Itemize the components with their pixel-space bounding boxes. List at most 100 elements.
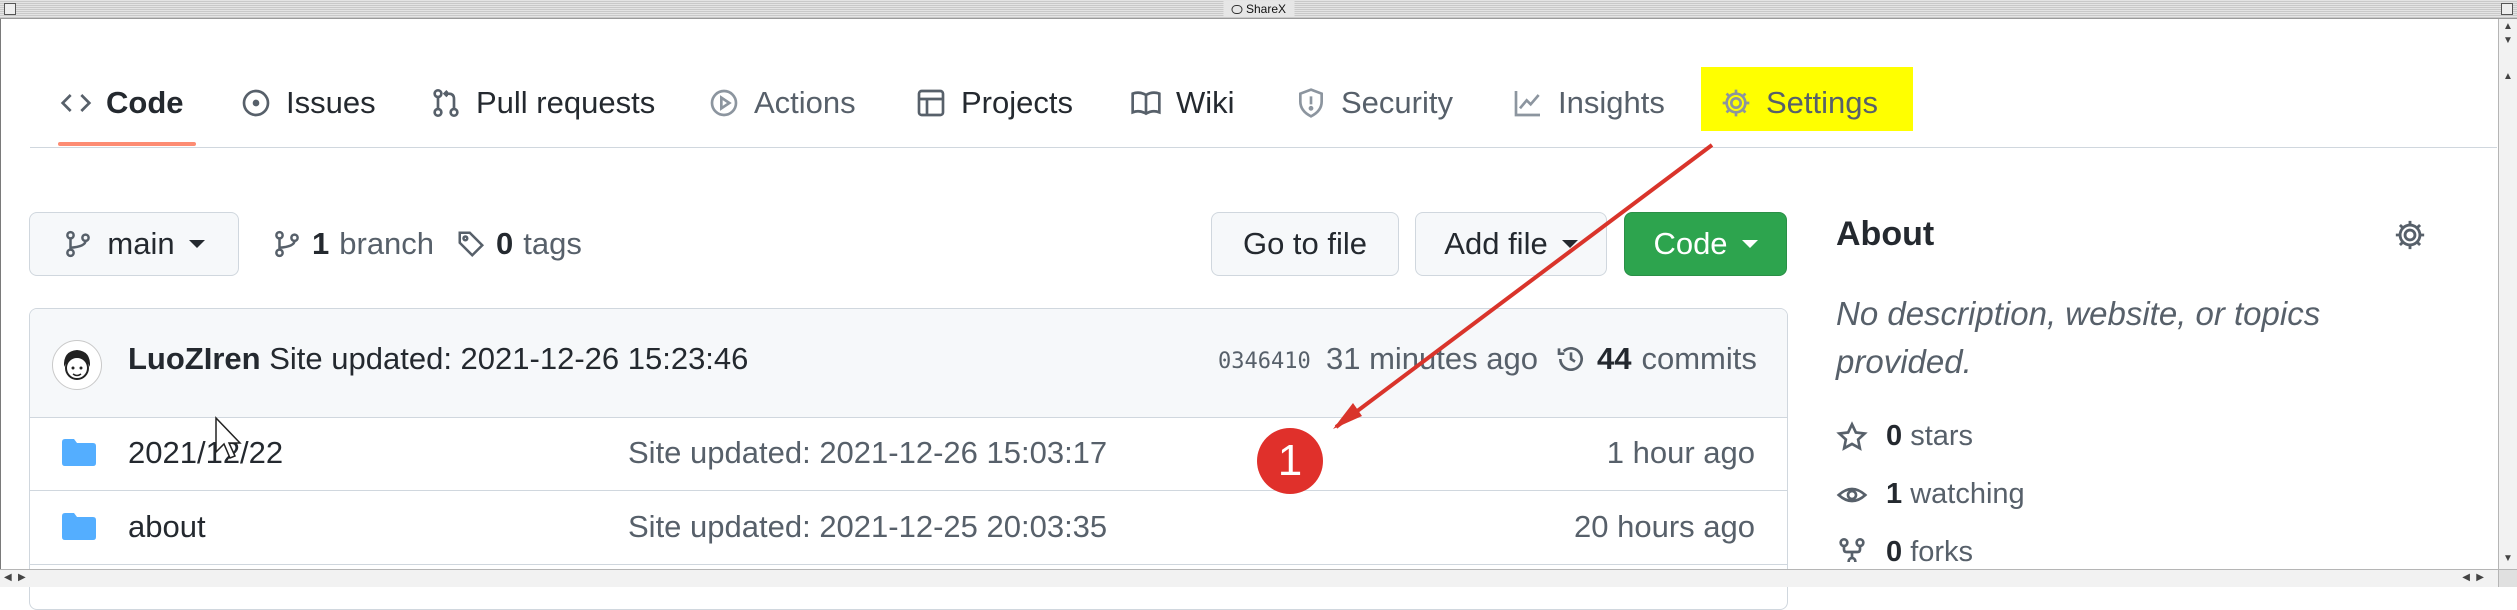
resize-grip-icon[interactable] — [2498, 569, 2517, 587]
tab-insights-label: Insights — [1558, 85, 1665, 120]
commit-author[interactable]: LuoZIren — [128, 341, 261, 376]
scroll-left-icon[interactable]: ◀ — [4, 572, 12, 584]
forks-count: 0 — [1886, 536, 1903, 562]
list-item[interactable]: about Site updated: 2021-12-25 20:03:35 … — [30, 491, 1787, 565]
file-age: 1 hour ago — [1606, 435, 1755, 470]
tag-label: tags — [523, 226, 582, 261]
chevron-down-icon — [188, 240, 205, 248]
lock-glyph-icon — [1230, 5, 1242, 15]
code-button-label: Code — [1653, 226, 1728, 261]
tab-projects[interactable]: Projects — [915, 60, 1073, 146]
issue-icon — [242, 89, 270, 117]
commit-sha[interactable]: 0346410 — [1218, 349, 1311, 374]
branch-icon — [66, 230, 91, 258]
tab-projects-label: Projects — [961, 85, 1073, 120]
tags-link[interactable]: 0 tags — [456, 212, 582, 276]
scroll-up-icon[interactable]: ▲ — [2503, 21, 2513, 33]
code-button[interactable]: Code — [1624, 212, 1787, 276]
file-name[interactable]: 2021/12/22 — [128, 435, 283, 471]
tag-icon — [458, 231, 485, 258]
vertical-scrollbar[interactable]: ▲ ▼ ▲ ▼ — [2498, 19, 2517, 569]
tab-code[interactable]: Code — [58, 60, 195, 146]
chevron-down-icon — [1561, 240, 1578, 248]
tab-code-label: Code — [106, 85, 184, 120]
tabs-divider — [30, 147, 2497, 148]
add-file-label: Add file — [1444, 226, 1548, 261]
graph-icon — [1514, 91, 1540, 117]
tab-issues-label: Issues — [286, 85, 376, 120]
scroll-right-icon[interactable]: ▶ — [18, 572, 26, 584]
forks-label: forks — [1910, 536, 1974, 562]
window-title-bar[interactable]: ShareX — [0, 0, 2517, 19]
watching-link[interactable]: 1 watching — [1836, 478, 2025, 511]
commit-time: 31 minutes ago — [1326, 341, 1538, 376]
tab-pull-requests-label: Pull requests — [476, 85, 656, 120]
tab-security-label: Security — [1341, 85, 1453, 120]
history-icon — [1557, 347, 1583, 371]
commits-link[interactable]: 44 commits — [1555, 341, 1757, 377]
commit-count: 44 — [1597, 341, 1632, 376]
branch-count: 1 — [312, 226, 330, 261]
annotation-marker: 1 — [1257, 428, 1323, 494]
gear-icon[interactable] — [2393, 218, 2427, 252]
window-title: ShareX — [1222, 1, 1295, 17]
folder-icon — [62, 439, 96, 466]
branch-select-button[interactable]: main — [29, 212, 239, 276]
commit-message[interactable]: Site updated: 2021-12-26 15:23:46 — [269, 341, 748, 376]
branches-link[interactable]: 1 branch — [272, 212, 434, 276]
tab-actions[interactable]: Actions — [708, 60, 856, 146]
forks-link[interactable]: 0 forks — [1836, 536, 1973, 562]
horizontal-scrollbar[interactable]: ◀ ▶ ◀ ▶ — [0, 569, 2500, 587]
shield-icon — [1299, 88, 1323, 118]
stars-link[interactable]: 0 stars — [1836, 420, 1973, 453]
scroll-right-icon[interactable]: ▶ — [2476, 572, 2484, 584]
pull-request-icon — [433, 89, 459, 117]
close-box-icon[interactable] — [4, 3, 16, 15]
scroll-down-icon[interactable]: ▼ — [2503, 35, 2513, 47]
about-description: No description, website, or topics provi… — [1836, 295, 2321, 380]
branch-select-label: main — [107, 226, 175, 261]
commit-label: commits — [1641, 341, 1757, 376]
book-icon — [1131, 91, 1161, 116]
tab-insights[interactable]: Insights — [1512, 60, 1665, 146]
branch-icon — [275, 230, 299, 258]
tab-settings-label: Settings — [1766, 85, 1879, 120]
folder-icon — [62, 513, 96, 540]
stars-count: 0 — [1886, 420, 1903, 452]
file-commit-message[interactable]: Site updated: 2021-12-25 20:03:35 — [628, 509, 1107, 545]
zoom-box-icon[interactable] — [2501, 3, 2513, 15]
commit-summary: LuoZIren Site updated: 2021-12-26 15:23:… — [128, 341, 748, 377]
play-icon — [710, 89, 738, 117]
tab-security[interactable]: Security — [1295, 60, 1453, 146]
tab-actions-label: Actions — [754, 85, 856, 120]
watching-count: 1 — [1886, 478, 1903, 510]
tab-pull-requests[interactable]: Pull requests — [430, 60, 655, 146]
go-to-file-label: Go to file — [1242, 226, 1368, 261]
add-file-button[interactable]: Add file — [1415, 212, 1607, 276]
file-commit-message[interactable]: Site updated: 2021-12-26 15:03:17 — [628, 435, 1107, 471]
tab-settings[interactable]: Settings — [1720, 60, 1878, 146]
tab-issues[interactable]: Issues — [240, 60, 376, 146]
list-item[interactable]: 2021/12/22 Site updated: 2021-12-26 15:0… — [30, 417, 1787, 491]
branch-label: branch — [339, 226, 435, 261]
code-icon — [60, 94, 92, 112]
about-title: About — [1836, 215, 1935, 253]
file-name[interactable]: about — [128, 509, 206, 545]
chevron-down-icon — [1741, 240, 1758, 248]
gear-icon — [1722, 89, 1750, 117]
file-age: 20 hours ago — [1574, 509, 1755, 544]
go-to-file-button[interactable]: Go to file — [1211, 212, 1399, 276]
scroll-up-icon[interactable]: ▲ — [2503, 71, 2513, 83]
eye-icon — [1836, 487, 1868, 502]
file-list-box: LuoZIren Site updated: 2021-12-26 15:23:… — [29, 308, 1788, 610]
tab-wiki[interactable]: Wiki — [1130, 60, 1235, 146]
scroll-down-icon[interactable]: ▼ — [2503, 553, 2513, 565]
table-icon — [917, 89, 945, 117]
tab-wiki-label: Wiki — [1176, 85, 1235, 120]
stars-label: stars — [1910, 420, 1974, 452]
latest-commit-row: LuoZIren Site updated: 2021-12-26 15:23:… — [30, 309, 1787, 418]
tag-count: 0 — [496, 226, 514, 261]
avatar[interactable] — [52, 340, 102, 390]
watching-label: watching — [1910, 478, 2025, 510]
scroll-left-icon[interactable]: ◀ — [2462, 572, 2470, 584]
